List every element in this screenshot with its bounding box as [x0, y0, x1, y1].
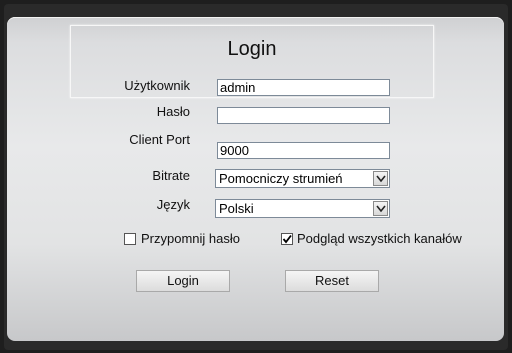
- bitrate-select[interactable]: Pomocniczy strumień: [215, 169, 390, 188]
- username-label: Użytkownik: [124, 78, 190, 93]
- reset-button[interactable]: Reset: [285, 270, 379, 292]
- password-input[interactable]: [217, 107, 390, 124]
- preview-all-channels-checkbox[interactable]: [281, 233, 293, 245]
- preview-all-channels-label: Podgląd wszystkich kanałów: [297, 231, 462, 246]
- language-value: Polski: [219, 201, 254, 216]
- checkmark-icon: [282, 234, 292, 244]
- chevron-down-icon[interactable]: [373, 201, 388, 216]
- bitrate-label: Bitrate: [152, 168, 190, 183]
- password-label: Hasło: [156, 104, 190, 119]
- login-button[interactable]: Login: [136, 270, 230, 292]
- remember-password-checkbox[interactable]: [124, 233, 136, 245]
- chevron-down-icon[interactable]: [373, 171, 388, 186]
- language-label: Język: [156, 197, 190, 212]
- username-input[interactable]: [217, 79, 390, 96]
- login-panel: Login Użytkownik Hasło Client Port Bitra…: [7, 17, 504, 341]
- bitrate-value: Pomocniczy strumień: [219, 171, 343, 186]
- client-port-label: Client Port: [129, 132, 190, 147]
- client-port-input[interactable]: [217, 142, 390, 159]
- language-select[interactable]: Polski: [215, 199, 390, 218]
- remember-password-label: Przypomnij hasło: [141, 231, 240, 246]
- login-title: Login: [227, 38, 277, 60]
